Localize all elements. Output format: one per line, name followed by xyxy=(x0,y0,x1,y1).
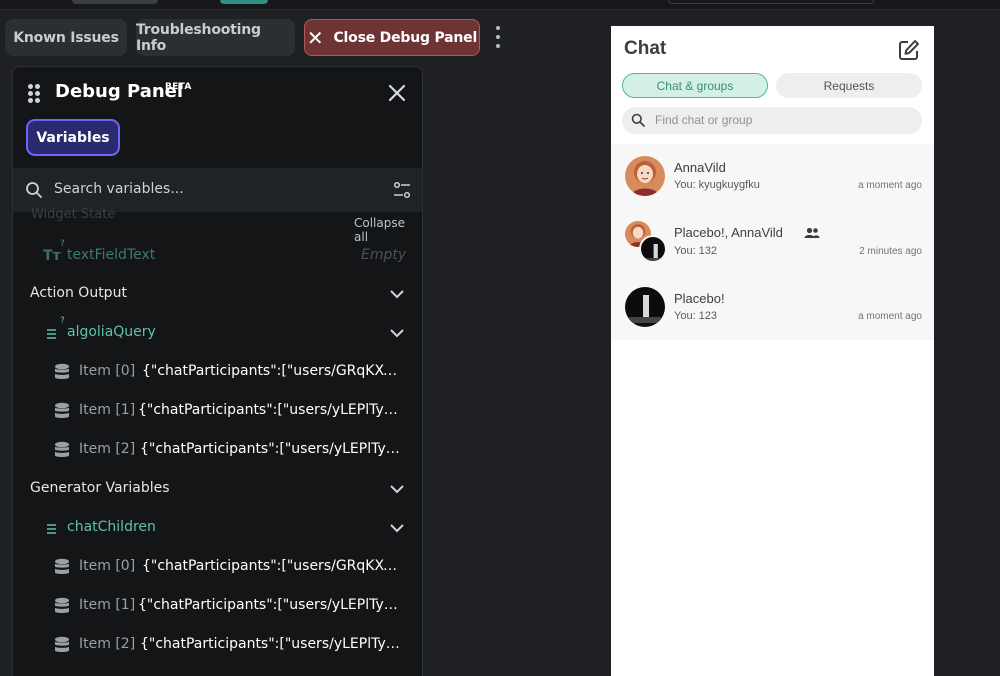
list-item[interactable]: AnnaVild You: kyugkuygfku a moment ago xyxy=(611,144,934,209)
item-value[interactable]: {"chatParticipants":["users/yLEPlTyBZX..… xyxy=(140,441,400,457)
database-icon xyxy=(55,597,69,613)
section-generator-variables[interactable]: Generator Variables xyxy=(30,480,170,496)
database-icon xyxy=(55,363,69,379)
item-label: Item [2] xyxy=(79,441,136,457)
list-item[interactable]: Placebo!, AnnaVild You: 132 2 minutes ag… xyxy=(611,209,934,274)
close-debug-panel-button[interactable]: ✕ Close Debug Panel xyxy=(304,19,480,56)
chat-last-message: You: kyugkuygfku xyxy=(674,179,760,191)
text-type-icon: Tт xyxy=(43,248,61,264)
list-item[interactable]: Placebo! You: 123 a moment ago xyxy=(611,275,934,340)
collapse-all-link[interactable]: Collapse all xyxy=(354,216,422,244)
section-action-output[interactable]: Action Output xyxy=(30,285,127,301)
search-input[interactable]: Search variables... xyxy=(54,181,184,197)
database-icon xyxy=(55,402,69,418)
chat-last-message: You: 132 xyxy=(674,245,718,257)
search-icon xyxy=(26,182,42,198)
tab-requests[interactable]: Requests xyxy=(776,73,922,98)
new-chat-icon[interactable] xyxy=(898,39,920,61)
item-label: Item [1] xyxy=(79,597,136,613)
beta-badge: BETA xyxy=(165,82,192,92)
variable-name[interactable]: algoliaQuery xyxy=(67,324,156,340)
panel-title: Debug Panel xyxy=(55,81,184,102)
variable-value: Empty xyxy=(361,247,407,263)
avatar xyxy=(625,287,665,327)
nullable-marker: ? xyxy=(60,316,65,326)
list-icon xyxy=(47,524,56,534)
page-title: Chat xyxy=(624,38,667,59)
faded-section-label: Widget State xyxy=(31,207,116,222)
chat-timestamp: 2 minutes ago xyxy=(859,246,922,257)
item-label: Item [0] xyxy=(79,363,136,379)
chat-name: AnnaVild xyxy=(674,160,726,175)
item-value[interactable]: {"chatParticipants":["users/yLEPlTyBZX..… xyxy=(140,636,400,652)
chat-list: AnnaVild You: kyugkuygfku a moment ago P… xyxy=(611,144,934,340)
chat-timestamp: a moment ago xyxy=(858,311,922,322)
chevron-down-icon[interactable] xyxy=(390,328,404,338)
chat-search-input[interactable]: Find chat or group xyxy=(622,107,922,134)
chevron-down-icon[interactable] xyxy=(390,289,404,299)
avatar xyxy=(625,156,665,196)
top-tab-active[interactable] xyxy=(220,0,268,4)
item-value[interactable]: {"chatParticipants":["users/yLEPlTyBZX..… xyxy=(138,597,400,613)
chat-name: Placebo!, AnnaVild xyxy=(674,225,783,240)
tab-variables[interactable]: Variables xyxy=(26,119,120,156)
avatar xyxy=(639,235,667,263)
database-icon xyxy=(55,558,69,574)
chat-name: Placebo! xyxy=(674,291,725,306)
close-panel-icon[interactable] xyxy=(385,81,409,105)
item-label: Item [1] xyxy=(79,402,136,418)
chevron-down-icon[interactable] xyxy=(390,523,404,533)
chevron-down-icon[interactable] xyxy=(390,484,404,494)
debug-panel: Debug Panel BETA Variables Search variab… xyxy=(12,66,423,676)
item-value[interactable]: {"chatParticipants":["users/GRqKXCDe... xyxy=(142,363,400,379)
troubleshooting-info-button[interactable]: Troubleshooting Info xyxy=(136,19,295,56)
group-icon xyxy=(804,227,820,238)
chat-last-message: You: 123 xyxy=(674,310,718,322)
item-value[interactable]: {"chatParticipants":["users/GRqKXCDe... xyxy=(142,558,400,574)
filter-icon[interactable] xyxy=(393,181,411,199)
nullable-marker: ? xyxy=(60,239,65,249)
search-icon xyxy=(631,113,645,127)
close-debug-panel-label: Close Debug Panel xyxy=(333,29,478,46)
chat-timestamp: a moment ago xyxy=(858,180,922,191)
database-icon xyxy=(55,441,69,457)
item-label: Item [2] xyxy=(79,636,136,652)
close-icon: ✕ xyxy=(306,25,324,50)
database-icon xyxy=(55,636,69,652)
list-icon xyxy=(47,329,56,339)
variables-search[interactable]: Search variables... xyxy=(13,168,422,212)
known-issues-button[interactable]: Known Issues xyxy=(5,19,127,56)
top-field[interactable] xyxy=(668,0,874,4)
top-strip xyxy=(0,0,1000,10)
item-label: Item [0] xyxy=(79,558,136,574)
more-options-icon[interactable] xyxy=(490,26,506,48)
variable-name[interactable]: textFieldText xyxy=(67,247,155,263)
chat-preview: Chat Chat & groups Requests Find chat or… xyxy=(611,26,934,676)
tab-chat-groups[interactable]: Chat & groups xyxy=(622,73,768,98)
search-placeholder: Find chat or group xyxy=(655,113,753,127)
drag-handle-icon[interactable] xyxy=(28,84,40,103)
variable-name[interactable]: chatChildren xyxy=(67,519,156,535)
top-tab[interactable] xyxy=(72,0,158,4)
item-value[interactable]: {"chatParticipants":["users/yLEPlTyBZX..… xyxy=(138,402,400,418)
